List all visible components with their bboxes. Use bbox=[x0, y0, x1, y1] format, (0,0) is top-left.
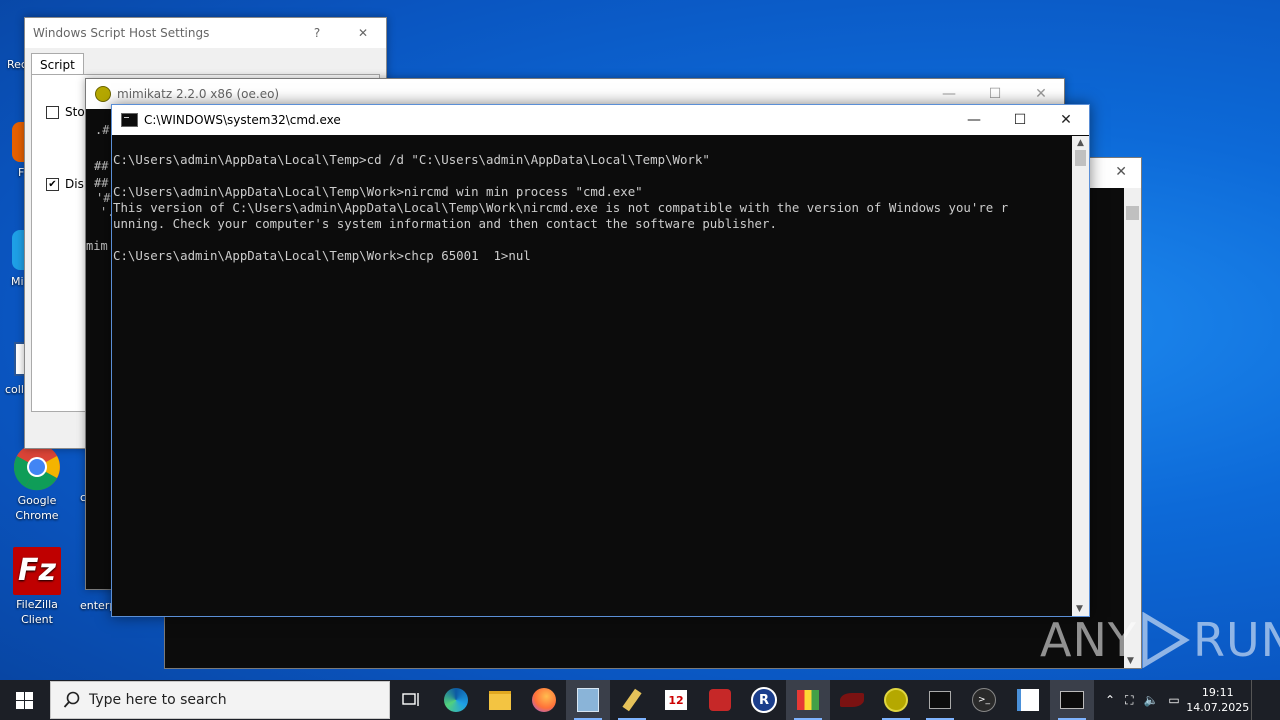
play-icon bbox=[1142, 612, 1190, 668]
watermark-right: RUN bbox=[1192, 613, 1280, 667]
close-button[interactable]: ✕ bbox=[1043, 105, 1089, 135]
tab-script[interactable]: Script bbox=[31, 53, 84, 75]
hex-editor-icon[interactable]: 12 bbox=[654, 680, 698, 720]
anyrun-watermark: ANY RUN bbox=[1040, 612, 1280, 668]
clock-time: 19:11 bbox=[1201, 686, 1234, 699]
notification-icon[interactable]: ▭ bbox=[1163, 693, 1184, 707]
clock-date: 14.07.2025 bbox=[1186, 701, 1250, 714]
desktop-icon-filezilla-label: FileZilla Client bbox=[16, 598, 58, 626]
minimize-button[interactable]: — bbox=[951, 105, 997, 135]
cmd-title: C:\WINDOWS\system32\cmd.exe bbox=[144, 113, 341, 127]
start-button[interactable] bbox=[0, 680, 48, 720]
mimikatz-task-icon[interactable] bbox=[874, 680, 918, 720]
windows-logo-icon bbox=[15, 691, 33, 709]
show-desktop-button[interactable] bbox=[1250, 680, 1258, 720]
maximize-button[interactable]: ☐ bbox=[997, 105, 1043, 135]
wsh-settings-task-icon[interactable] bbox=[566, 680, 610, 720]
cmd-task-icon[interactable] bbox=[918, 680, 962, 720]
keys-task-icon[interactable] bbox=[610, 680, 654, 720]
desktop-label-mi: Mi bbox=[11, 275, 24, 288]
cmd-titlebar[interactable]: C:\WINDOWS\system32\cmd.exe — ☐ ✕ bbox=[112, 105, 1089, 135]
volume-icon[interactable]: 🔈 bbox=[1138, 693, 1163, 707]
mimikatz-fragment: ## bbox=[94, 176, 109, 190]
cmd-scrollbar[interactable]: ▲ ▼ bbox=[1072, 136, 1089, 616]
mimikatz-title: mimikatz 2.2.0 x86 (oe.eo) bbox=[117, 87, 280, 101]
desktop-icon-filezilla[interactable]: Fz FileZilla Client bbox=[2, 547, 72, 627]
mimikatz-icon bbox=[95, 86, 111, 102]
mimikatz-fragment: .# bbox=[95, 123, 110, 137]
network-icon[interactable]: ⛶ bbox=[1120, 693, 1138, 708]
scrollbar-thumb[interactable] bbox=[1126, 206, 1139, 220]
file-explorer-icon[interactable] bbox=[478, 680, 522, 720]
red-app-icon[interactable] bbox=[698, 680, 742, 720]
close-icon[interactable]: ✕ bbox=[1115, 164, 1127, 180]
mimikatz-fragment: '# bbox=[96, 191, 111, 205]
wsh-title: Windows Script Host Settings bbox=[33, 26, 210, 40]
r-app-icon[interactable]: R bbox=[742, 680, 786, 720]
terminal-task-icon[interactable]: >_ bbox=[962, 680, 1006, 720]
task-view-icon[interactable] bbox=[390, 680, 434, 720]
firefox-icon[interactable] bbox=[522, 680, 566, 720]
close-button[interactable]: ✕ bbox=[340, 26, 386, 40]
edge-icon[interactable] bbox=[434, 680, 478, 720]
chrome-icon bbox=[13, 443, 61, 491]
mimikatz-fragment: mim bbox=[86, 239, 108, 253]
display-checkbox[interactable]: ✔ bbox=[46, 177, 59, 191]
taskbar-clock[interactable]: 19:11 14.07.2025 bbox=[1185, 685, 1251, 715]
watermark-left: ANY bbox=[1040, 613, 1137, 667]
cmd-window[interactable]: C:\WINDOWS\system32\cmd.exe — ☐ ✕ C:\Use… bbox=[111, 104, 1090, 617]
taskbar-search[interactable]: Type here to search bbox=[50, 681, 390, 719]
desktop-icon-chrome-label: Google Chrome bbox=[15, 494, 59, 522]
scroll-up-icon[interactable]: ▲ bbox=[1072, 138, 1089, 148]
notepad-icon[interactable] bbox=[1006, 680, 1050, 720]
search-placeholder: Type here to search bbox=[89, 692, 227, 708]
mimikatz-fragment: ## bbox=[94, 159, 109, 173]
search-icon bbox=[63, 691, 80, 708]
stop-checkbox[interactable] bbox=[46, 105, 59, 119]
wsh-titlebar[interactable]: Windows Script Host Settings ? ✕ bbox=[25, 18, 386, 48]
cmd-icon bbox=[121, 113, 138, 127]
cmd-console-output[interactable]: C:\Users\admin\AppData\Local\Temp>cd /d … bbox=[112, 136, 1072, 616]
taskbar: Type here to search 12 R >_ ⌃ ⛶ 🔈 ▭ 19:1… bbox=[0, 680, 1280, 720]
chevron-up-icon[interactable]: ⌃ bbox=[1100, 693, 1120, 707]
background-console-scrollbar[interactable]: ▼ bbox=[1124, 188, 1141, 668]
desktop-label-coll: coll bbox=[5, 383, 24, 396]
dragon-app-icon[interactable] bbox=[830, 680, 874, 720]
colorful-app-icon[interactable] bbox=[786, 680, 830, 720]
cmd-active-task-icon[interactable] bbox=[1050, 680, 1094, 720]
filezilla-icon: Fz bbox=[13, 547, 61, 595]
system-tray: ⌃ ⛶ 🔈 ▭ bbox=[1100, 693, 1185, 708]
scrollbar-thumb[interactable] bbox=[1075, 150, 1086, 166]
desktop-icon-chrome[interactable]: Google Chrome bbox=[2, 443, 72, 523]
help-button[interactable]: ? bbox=[294, 26, 340, 40]
